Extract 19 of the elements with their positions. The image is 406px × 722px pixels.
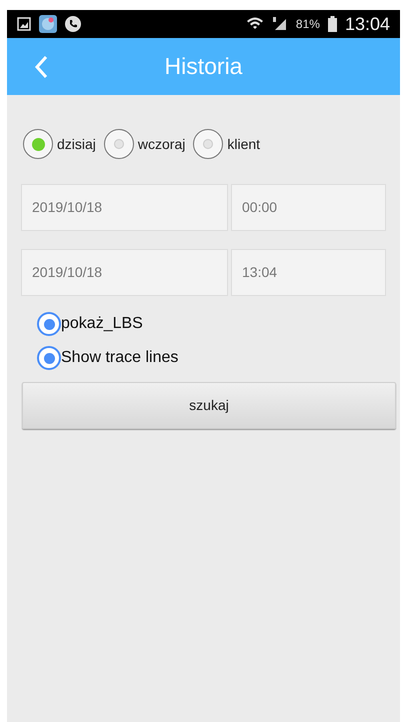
battery-percent: 81%: [296, 16, 320, 33]
battery-icon: [328, 16, 337, 32]
radio-option[interactable]: wczoraj: [104, 129, 186, 159]
phone-icon: [65, 16, 81, 32]
image-icon: [17, 17, 31, 31]
radio-option[interactable]: klient: [193, 129, 260, 159]
signal-icon: [272, 16, 288, 32]
search-button[interactable]: szukaj: [22, 382, 396, 429]
input-field[interactable]: 2019/10/18: [21, 184, 228, 231]
option-toggle[interactable]: Show trace lines: [37, 346, 386, 370]
radio-option[interactable]: dzisiaj: [23, 129, 96, 159]
input-field[interactable]: 13:04: [231, 249, 386, 296]
back-icon: [34, 54, 48, 78]
input-field[interactable]: 00:00: [231, 184, 386, 231]
screen-title: Historia: [164, 52, 242, 82]
wifi-icon: [246, 16, 264, 32]
input-field[interactable]: 2019/10/18: [21, 249, 228, 296]
option-toggle[interactable]: pokaż_LBS: [37, 312, 386, 336]
clock: 13:04: [344, 12, 390, 36]
